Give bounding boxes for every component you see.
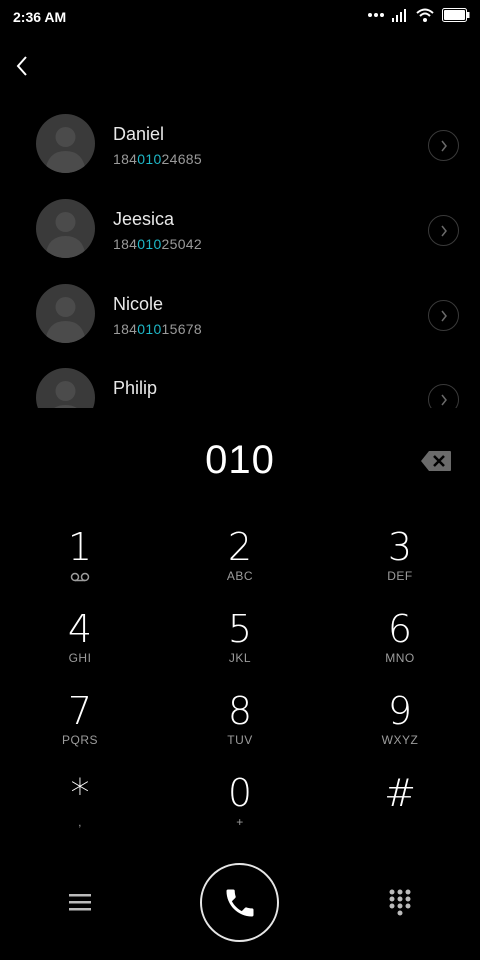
contact-name: Nicole xyxy=(113,294,164,314)
menu-icon xyxy=(69,894,91,911)
person-icon xyxy=(45,212,86,258)
contact-details-button[interactable] xyxy=(428,384,459,408)
menu-button[interactable] xyxy=(64,886,96,918)
contact-number: 18401024685 xyxy=(113,151,202,167)
key-2[interactable]: 2 ABC xyxy=(185,525,295,597)
person-icon xyxy=(54,381,77,408)
chevron-right-icon xyxy=(440,310,447,321)
contact-suggestions-list: Daniel 18401024685 Jeesica 18401025042 N… xyxy=(0,104,480,408)
contact-name: Jeesica xyxy=(113,209,175,229)
contact-details-button[interactable] xyxy=(428,130,459,161)
status-time: 2:36 AM xyxy=(13,9,67,25)
dialpad-icon xyxy=(389,889,411,916)
contact-item[interactable]: Jeesica 18401025042 xyxy=(0,189,480,274)
contact-name: Daniel xyxy=(113,124,165,144)
avatar xyxy=(36,284,95,343)
contact-number: 18401015678 xyxy=(113,321,202,337)
phone-icon xyxy=(226,889,253,916)
key-9[interactable]: 9 WXYZ xyxy=(345,689,455,761)
dialer-bottom-bar xyxy=(0,860,480,944)
key-8[interactable]: 8 TUV xyxy=(185,689,295,761)
backspace-button[interactable] xyxy=(420,450,452,472)
contact-item[interactable]: Nicole 18401015678 xyxy=(0,274,480,359)
key-0[interactable]: 0 + xyxy=(185,771,295,843)
key-3[interactable]: 3 DEF xyxy=(345,525,455,597)
key-4[interactable]: 4 GHI xyxy=(25,607,135,679)
contact-details-button[interactable] xyxy=(428,215,459,246)
avatar xyxy=(36,114,95,173)
chevron-right-icon xyxy=(440,394,447,405)
key-6[interactable]: 6 MNO xyxy=(345,607,455,679)
status-bar: 2:36 AM xyxy=(0,0,480,34)
backspace-icon xyxy=(421,451,451,471)
contact-number: 18401025042 xyxy=(113,236,202,252)
status-icons xyxy=(368,8,470,22)
person-icon xyxy=(45,297,86,343)
chevron-right-icon xyxy=(440,225,447,236)
chevron-right-icon xyxy=(440,140,447,151)
dialed-number[interactable]: 010 xyxy=(0,438,480,483)
contact-name: Philip xyxy=(113,378,158,398)
key-1[interactable]: 1 xyxy=(25,525,135,597)
back-button[interactable] xyxy=(8,52,36,80)
call-button[interactable] xyxy=(200,863,279,942)
chevron-left-icon xyxy=(16,56,27,76)
person-icon xyxy=(45,127,86,173)
dial-input-row: 010 xyxy=(0,432,480,492)
key-5[interactable]: 5 JKL xyxy=(185,607,295,679)
avatar xyxy=(36,368,95,408)
battery-icon xyxy=(442,8,470,22)
contact-details-button[interactable] xyxy=(428,300,459,331)
key-7[interactable]: 7 PQRS xyxy=(25,689,135,761)
contact-item[interactable]: Philip xyxy=(0,358,480,408)
hide-keypad-button[interactable] xyxy=(384,886,416,918)
key-star[interactable]: * , xyxy=(25,771,135,843)
avatar xyxy=(36,199,95,258)
key-hash[interactable]: # xyxy=(345,771,455,843)
signal-icon xyxy=(392,8,406,22)
more-dots-icon xyxy=(368,13,384,17)
voicemail-icon xyxy=(70,572,90,582)
wifi-icon xyxy=(416,8,434,22)
contact-item[interactable]: Daniel 18401024685 xyxy=(0,104,480,189)
